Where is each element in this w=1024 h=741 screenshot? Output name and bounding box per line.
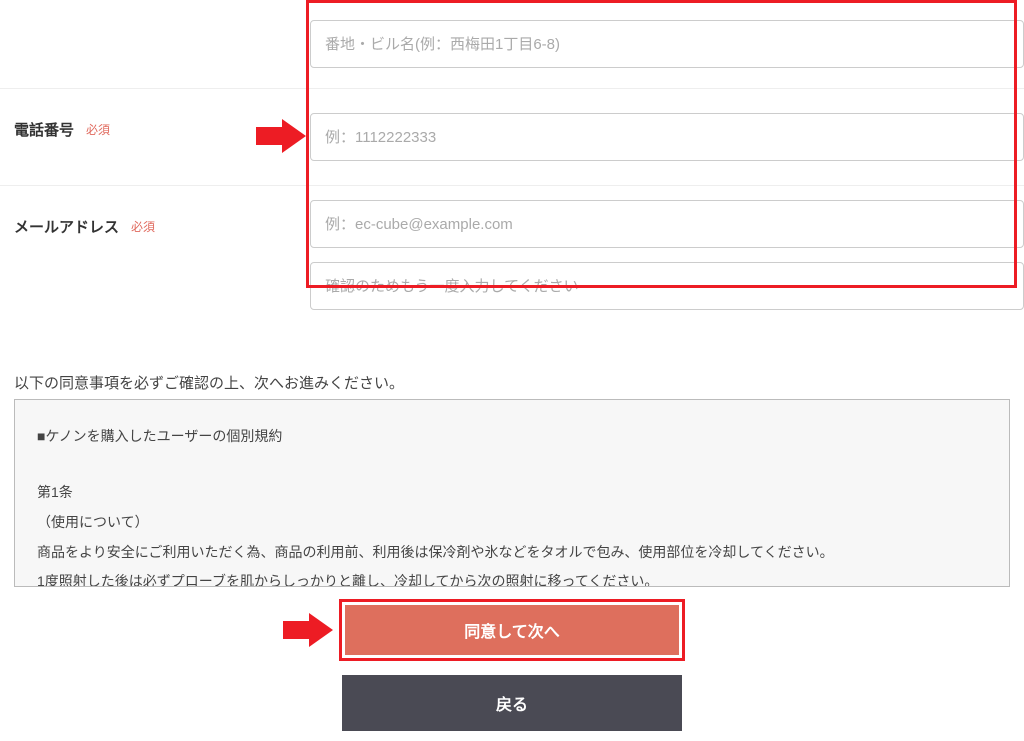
arrow-icon xyxy=(283,613,333,647)
back-button[interactable]: 戻る xyxy=(342,675,682,731)
agree-button-highlight: 同意して次へ xyxy=(339,599,685,661)
label-col-address xyxy=(0,6,310,34)
agreement-heading: ■ケノンを購入したユーザーの個別規約 xyxy=(37,424,987,450)
agreement-line2: 1度照射した後は必ずプローブを肌からしっかりと離し、冷却してから次の照射に移って… xyxy=(37,569,987,587)
form-row-phone: 電話番号 必須 xyxy=(0,89,1024,186)
phone-required-badge: 必須 xyxy=(86,121,110,138)
address-building-input[interactable] xyxy=(310,20,1024,68)
phone-label: 電話番号 xyxy=(14,119,74,140)
email-label: メールアドレス xyxy=(14,216,119,237)
email-input[interactable] xyxy=(310,200,1024,248)
form-row-email: メールアドレス 必須 xyxy=(0,186,1024,338)
input-col-email xyxy=(310,186,1024,324)
agreement-intro: 以下の同意事項を必ずご確認の上、次へお進みください。 xyxy=(14,372,1024,393)
email-confirm-input[interactable] xyxy=(310,262,1024,310)
agreement-article1-title: 第1条 xyxy=(37,480,987,506)
agree-next-button[interactable]: 同意して次へ xyxy=(345,605,679,655)
email-required-badge: 必須 xyxy=(131,218,155,235)
arrow-icon xyxy=(256,119,306,153)
input-col-phone xyxy=(310,89,1024,185)
button-section: 同意して次へ 戻る xyxy=(0,597,1024,741)
form-row-address xyxy=(0,0,1024,88)
agreement-article1-sub: （使用について） xyxy=(37,510,987,536)
agreement-line1: 商品をより安全にご利用いただく為、商品の利用前、利用後は保冷剤や氷などをタオルで… xyxy=(37,540,987,566)
agreement-textarea[interactable]: ■ケノンを購入したユーザーの個別規約 第1条 （使用について） 商品をより安全に… xyxy=(14,399,1010,587)
input-col-address xyxy=(310,6,1024,88)
label-col-email: メールアドレス 必須 xyxy=(0,186,310,267)
phone-input[interactable] xyxy=(310,113,1024,161)
